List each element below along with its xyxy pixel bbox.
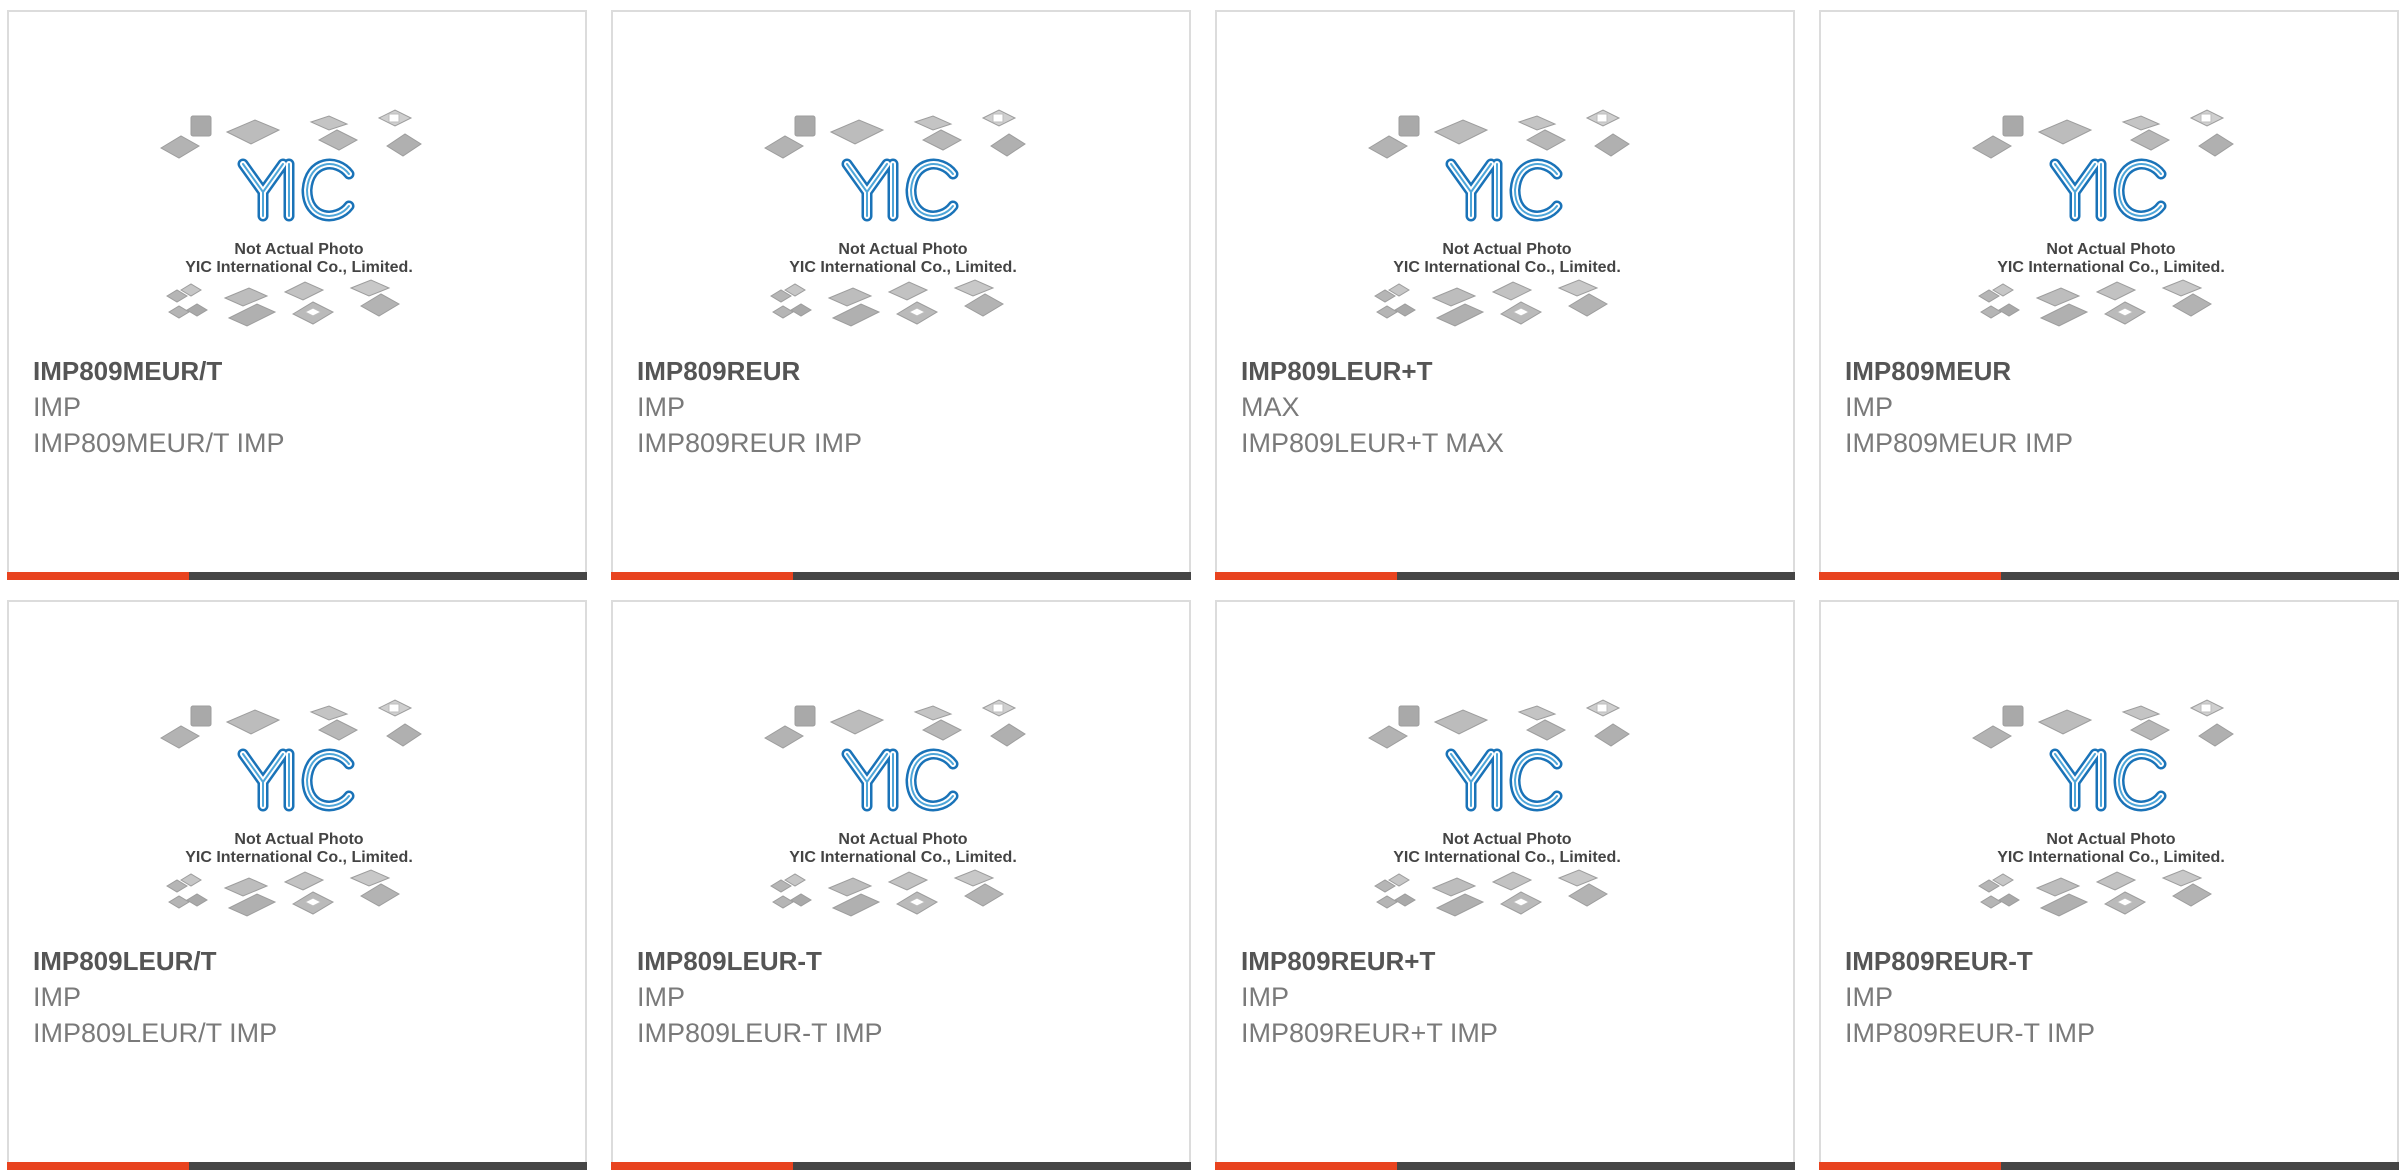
not-actual-photo-text: Not Actual Photo xyxy=(838,241,967,258)
manufacturer-label: IMP xyxy=(33,392,82,422)
not-actual-photo-text: Not Actual Photo xyxy=(1442,831,1571,848)
card-accent-bar xyxy=(611,572,793,580)
not-actual-photo-text: Not Actual Photo xyxy=(2046,241,2175,258)
part-number-link[interactable]: IMP809LEUR+T xyxy=(1241,356,1432,387)
part-number-link[interactable]: IMP809MEUR xyxy=(1845,356,2011,387)
product-description: IMP809REUR IMP xyxy=(637,428,863,458)
card-accent-bar xyxy=(1215,572,1397,580)
product-image-placeholder[interactable]: Not Actual Photo YIC International Co., … xyxy=(159,100,439,356)
product-card[interactable]: Not Actual Photo YIC International Co., … xyxy=(1819,10,2399,580)
part-number-link[interactable]: IMP809LEUR-T xyxy=(637,946,822,977)
part-number-link[interactable]: IMP809REUR+T xyxy=(1241,946,1435,977)
product-card[interactable]: Not Actual Photo YIC International Co., … xyxy=(1819,600,2399,1170)
card-accent-bar xyxy=(611,1162,793,1170)
part-number-link[interactable]: IMP809REUR-T xyxy=(1845,946,2033,977)
product-image-placeholder[interactable]: Not Actual Photo YIC International Co., … xyxy=(763,100,1043,356)
product-description: IMP809MEUR/T IMP xyxy=(33,428,285,458)
part-number-link[interactable]: IMP809MEUR/T xyxy=(33,356,222,387)
yic-logo-icon: Not Actual Photo YIC International Co., … xyxy=(764,699,1026,917)
product-card[interactable]: Not Actual Photo YIC International Co., … xyxy=(1215,10,1795,580)
product-description: IMP809LEUR-T IMP xyxy=(637,1018,883,1048)
company-name-text: YIC International Co., Limited. xyxy=(789,849,1017,866)
part-number-link[interactable]: IMP809LEUR/T xyxy=(33,946,217,977)
card-accent-bar xyxy=(1819,1162,2001,1170)
yic-logo-icon: Not Actual Photo YIC International Co., … xyxy=(160,109,422,327)
product-image-placeholder[interactable]: Not Actual Photo YIC International Co., … xyxy=(1971,690,2251,946)
not-actual-photo-text: Not Actual Photo xyxy=(2046,831,2175,848)
product-card[interactable]: Not Actual Photo YIC International Co., … xyxy=(611,10,1191,580)
company-name-text: YIC International Co., Limited. xyxy=(1997,259,2225,276)
manufacturer-label: IMP xyxy=(1845,982,1894,1012)
yic-logo-icon: Not Actual Photo YIC International Co., … xyxy=(160,699,422,917)
card-footer-bar xyxy=(611,572,1191,580)
yic-logo-icon: Not Actual Photo YIC International Co., … xyxy=(764,109,1026,327)
manufacturer-label: IMP xyxy=(33,982,82,1012)
not-actual-photo-text: Not Actual Photo xyxy=(234,831,363,848)
product-description: IMP809LEUR+T MAX xyxy=(1241,428,1504,458)
product-description: IMP809LEUR/T IMP xyxy=(33,1018,278,1048)
card-accent-bar xyxy=(1819,572,2001,580)
not-actual-photo-text: Not Actual Photo xyxy=(234,241,363,258)
product-grid: Not Actual Photo YIC International Co., … xyxy=(7,10,2400,1170)
card-footer-bar xyxy=(7,572,587,580)
company-name-text: YIC International Co., Limited. xyxy=(1997,849,2225,866)
product-card[interactable]: Not Actual Photo YIC International Co., … xyxy=(611,600,1191,1170)
card-footer-bar xyxy=(1215,1162,1795,1170)
not-actual-photo-text: Not Actual Photo xyxy=(1442,241,1571,258)
manufacturer-label: MAX xyxy=(1241,392,1300,422)
manufacturer-label: IMP xyxy=(1845,392,1894,422)
yic-logo-icon: Not Actual Photo YIC International Co., … xyxy=(1972,699,2234,917)
company-name-text: YIC International Co., Limited. xyxy=(185,259,413,276)
yic-logo-icon: Not Actual Photo YIC International Co., … xyxy=(1368,109,1630,327)
product-card[interactable]: Not Actual Photo YIC International Co., … xyxy=(7,600,587,1170)
product-card[interactable]: Not Actual Photo YIC International Co., … xyxy=(1215,600,1795,1170)
yic-logo-icon: Not Actual Photo YIC International Co., … xyxy=(1972,109,2234,327)
card-footer-bar xyxy=(7,1162,587,1170)
company-name-text: YIC International Co., Limited. xyxy=(185,849,413,866)
card-footer-bar xyxy=(1215,572,1795,580)
product-image-placeholder[interactable]: Not Actual Photo YIC International Co., … xyxy=(1971,100,2251,356)
product-description: IMP809MEUR IMP xyxy=(1845,428,2074,458)
company-name-text: YIC International Co., Limited. xyxy=(1393,849,1621,866)
manufacturer-label: IMP xyxy=(637,392,686,422)
product-description: IMP809REUR-T IMP xyxy=(1845,1018,2096,1048)
product-card[interactable]: Not Actual Photo YIC International Co., … xyxy=(7,10,587,580)
product-image-placeholder[interactable]: Not Actual Photo YIC International Co., … xyxy=(763,690,1043,946)
card-accent-bar xyxy=(7,1162,189,1170)
product-image-placeholder[interactable]: Not Actual Photo YIC International Co., … xyxy=(1367,100,1647,356)
company-name-text: YIC International Co., Limited. xyxy=(789,259,1017,276)
manufacturer-label: IMP xyxy=(1241,982,1290,1012)
card-footer-bar xyxy=(611,1162,1191,1170)
product-description: IMP809REUR+T IMP xyxy=(1241,1018,1498,1048)
product-image-placeholder[interactable]: Not Actual Photo YIC International Co., … xyxy=(159,690,439,946)
card-footer-bar xyxy=(1819,572,2399,580)
card-footer-bar xyxy=(1819,1162,2399,1170)
product-image-placeholder[interactable]: Not Actual Photo YIC International Co., … xyxy=(1367,690,1647,946)
company-name-text: YIC International Co., Limited. xyxy=(1393,259,1621,276)
not-actual-photo-text: Not Actual Photo xyxy=(838,831,967,848)
card-accent-bar xyxy=(1215,1162,1397,1170)
card-accent-bar xyxy=(7,572,189,580)
yic-logo-icon: Not Actual Photo YIC International Co., … xyxy=(1368,699,1630,917)
manufacturer-label: IMP xyxy=(637,982,686,1012)
part-number-link[interactable]: IMP809REUR xyxy=(637,356,800,387)
